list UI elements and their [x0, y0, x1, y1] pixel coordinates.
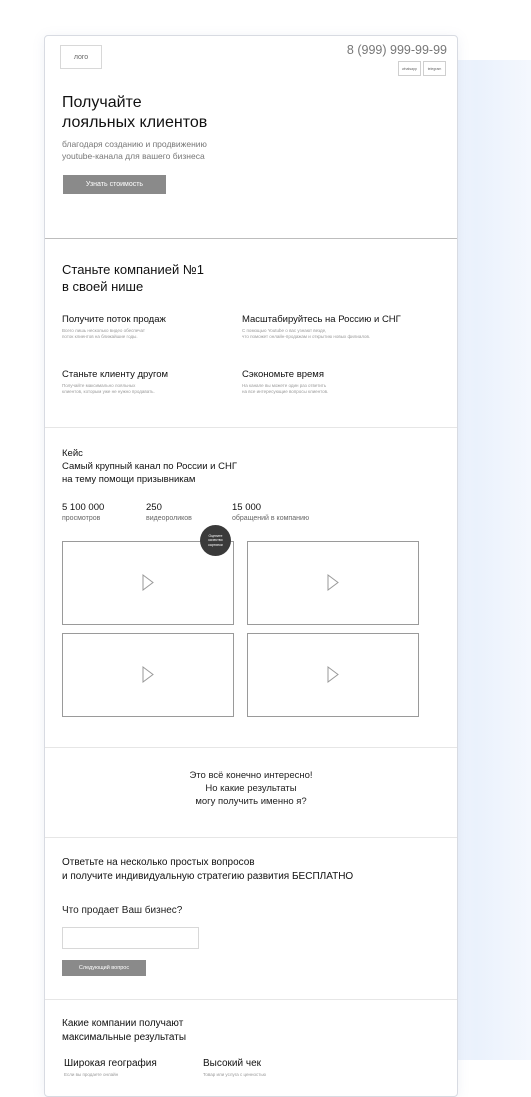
video-thumbnail[interactable]: [247, 633, 419, 717]
video-thumbnail[interactable]: [247, 541, 419, 625]
quality-badge: Оцените качество картинки: [200, 525, 231, 556]
results-title: Какие компании получают максимальные рез…: [62, 1018, 187, 1043]
play-icon: [142, 574, 154, 591]
case-heading: Кейс Самый крупный канал по России и СНГ…: [62, 448, 237, 485]
video-thumbnail[interactable]: [62, 633, 234, 717]
section-divider: [45, 837, 457, 838]
logo[interactable]: лого: [60, 45, 102, 69]
next-question-button[interactable]: Следующий вопрос: [62, 960, 146, 976]
benefit-item: Станьте клиенту другом Получайте максима…: [62, 369, 169, 394]
benefit-item: Получите поток продаж Всего лишь несколь…: [62, 314, 166, 339]
benefits-title: Станьте компанией №1 в своей нише: [62, 262, 205, 294]
play-icon: [327, 574, 339, 591]
phone-number[interactable]: 8 (999) 999-99-99: [347, 43, 447, 57]
play-icon: [327, 666, 339, 683]
benefit-item: Масштабируйтесь на Россию и СНГ С помощь…: [242, 314, 401, 339]
stat-requests: 15 000 обращений в компанию: [232, 502, 310, 522]
result-item: Широкая география Если вы продаете онлай…: [64, 1058, 157, 1077]
section-divider: [45, 427, 457, 428]
benefit-item: Сэкономьте время На канале вы можете оди…: [242, 369, 329, 394]
landing-page: лого 8 (999) 999-99-99 whatsapp telegram…: [44, 35, 458, 1097]
get-price-button[interactable]: Узнать стоимость: [63, 175, 166, 194]
results-question: Это всё конечно интересно! Но какие резу…: [189, 770, 313, 807]
section-divider: [45, 747, 457, 748]
play-icon: [142, 666, 154, 683]
quiz-title: Ответьте на несколько простых вопросов и…: [62, 857, 354, 882]
business-answer-input[interactable]: [62, 927, 199, 949]
telegram-button[interactable]: telegram: [423, 61, 446, 76]
stat-views: 5 100 000 просмотров: [62, 502, 105, 522]
quiz-question: Что продает Ваш бизнес?: [62, 905, 183, 916]
result-item: Высокий чек Товар или услуга с ценностью: [203, 1058, 267, 1077]
whatsapp-button[interactable]: whatsapp: [398, 61, 421, 76]
section-divider: [45, 999, 457, 1000]
hero-subtitle: благодаря созданию и продвижению youtube…: [62, 139, 207, 161]
hero-title: Получайте лояльных клиентов: [62, 94, 208, 131]
section-divider: [45, 238, 457, 239]
stat-videos: 250 видеороликов: [146, 502, 192, 522]
